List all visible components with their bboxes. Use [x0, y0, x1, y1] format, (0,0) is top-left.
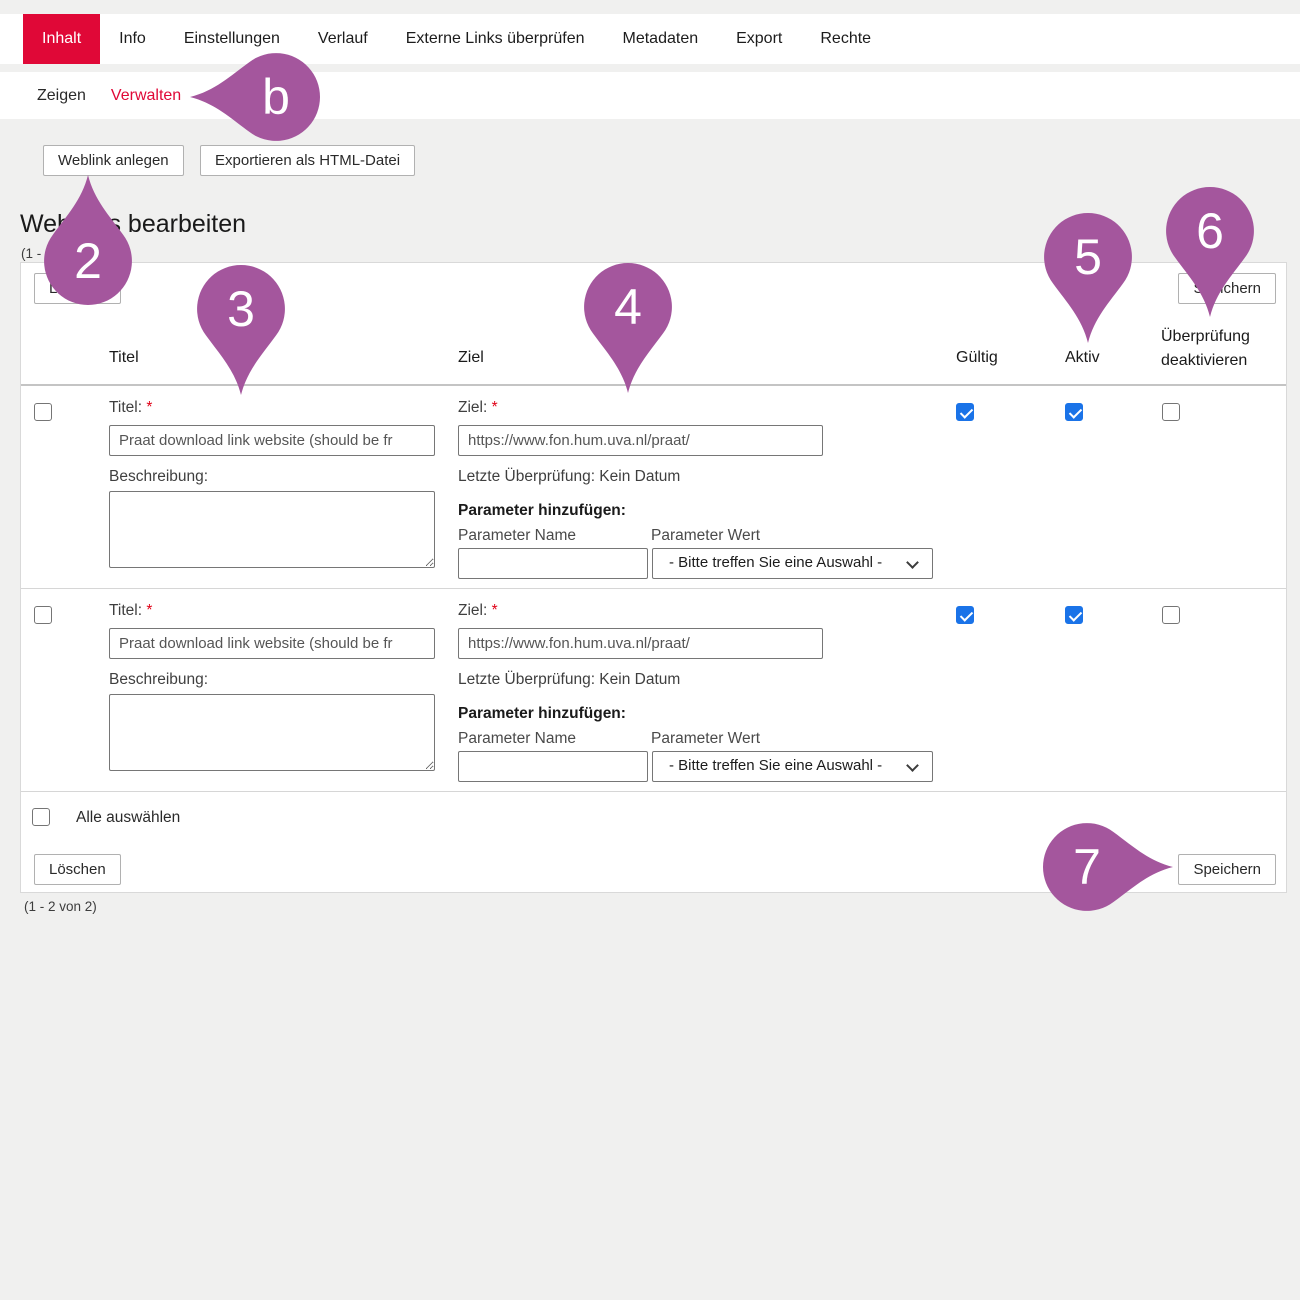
parameter-name-label: Parameter Name [458, 527, 576, 545]
tab-export[interactable]: Export [717, 14, 801, 64]
title-field-label: Titel: * [109, 399, 152, 417]
description-textarea[interactable] [109, 694, 435, 771]
parameter-value-select[interactable]: - Bitte treffen Sie eine Auswahl - [652, 548, 933, 579]
required-asterisk: * [492, 602, 498, 619]
valid-checkbox[interactable] [956, 606, 974, 624]
subtab-zeigen[interactable]: Zeigen [37, 87, 94, 105]
description-field-label: Beschreibung: [109, 671, 208, 689]
weblinks-table-panel: Löschen Speichern Titel Ziel Gültig Akti… [20, 262, 1287, 893]
tab-verlauf[interactable]: Verlauf [299, 14, 387, 64]
main-tab-bar: InhaltInfoEinstellungenVerlaufExterne Li… [0, 14, 1300, 64]
weblink-row: Titel: * Beschreibung: Ziel: * Letzte Üb… [21, 386, 1286, 589]
tab-inhalt[interactable]: Inhalt [23, 14, 100, 64]
parameter-value-label: Parameter Wert [651, 527, 760, 545]
tab-info[interactable]: Info [100, 14, 165, 64]
add-parameter-heading: Parameter hinzufügen: [458, 705, 626, 723]
parameter-name-label: Parameter Name [458, 730, 576, 748]
chevron-down-icon [906, 556, 919, 569]
active-checkbox[interactable] [1065, 403, 1083, 421]
target-field-label: Ziel: * [458, 399, 498, 417]
pagination-range-bottom: (1 - 2 von 2) [24, 899, 97, 914]
delete-button-bottom[interactable]: Löschen [34, 854, 121, 885]
tab-metadaten[interactable]: Metadaten [604, 14, 718, 64]
column-header-title: Titel [109, 349, 139, 367]
sub-tab-bar: Zeigen Verwalten [0, 72, 1300, 119]
active-checkbox[interactable] [1065, 606, 1083, 624]
column-header-disable-check: Überprüfung deaktivieren [1161, 325, 1277, 373]
tab-einstellungen[interactable]: Einstellungen [165, 14, 299, 64]
parameter-value-label: Parameter Wert [651, 730, 760, 748]
create-weblink-button[interactable]: Weblink anlegen [43, 145, 184, 176]
export-html-button[interactable]: Exportieren als HTML-Datei [200, 145, 415, 176]
target-url-input[interactable] [458, 628, 823, 659]
subtab-verwalten[interactable]: Verwalten [111, 87, 189, 105]
description-field-label: Beschreibung: [109, 468, 208, 486]
tab-externe-links-berpr-fen[interactable]: Externe Links überprüfen [387, 14, 604, 64]
save-button-bottom[interactable]: Speichern [1178, 854, 1276, 885]
row-select-checkbox[interactable] [34, 403, 52, 421]
parameter-name-input[interactable] [458, 548, 648, 579]
parameter-value-select[interactable]: - Bitte treffen Sie eine Auswahl - [652, 751, 933, 782]
page-title: Weblinks bearbeiten [20, 210, 246, 239]
required-asterisk: * [146, 602, 152, 619]
weblink-rows: Titel: * Beschreibung: Ziel: * Letzte Üb… [21, 386, 1286, 792]
parameter-name-input[interactable] [458, 751, 648, 782]
weblinks-manage-screen: InhaltInfoEinstellungenVerlaufExterne Li… [0, 0, 1300, 1300]
delete-button-top[interactable]: Löschen [34, 273, 121, 304]
select-all-label: Alle auswählen [76, 809, 180, 827]
weblink-row: Titel: * Beschreibung: Ziel: * Letzte Üb… [21, 589, 1286, 792]
save-button-top[interactable]: Speichern [1178, 273, 1276, 304]
description-textarea[interactable] [109, 491, 435, 568]
tab-rechte[interactable]: Rechte [801, 14, 890, 64]
disable-check-checkbox[interactable] [1162, 403, 1180, 421]
title-input[interactable] [109, 628, 435, 659]
title-field-label: Titel: * [109, 602, 152, 620]
column-header-valid: Gültig [956, 349, 998, 367]
last-check-status: Letzte Überprüfung: Kein Datum [458, 671, 680, 689]
add-parameter-heading: Parameter hinzufügen: [458, 502, 626, 520]
row-select-checkbox[interactable] [34, 606, 52, 624]
chevron-down-icon [906, 759, 919, 772]
select-all-checkbox[interactable] [32, 808, 50, 826]
required-asterisk: * [146, 399, 152, 416]
column-header-target: Ziel [458, 349, 484, 367]
target-field-label: Ziel: * [458, 602, 498, 620]
valid-checkbox[interactable] [956, 403, 974, 421]
pagination-range-top: (1 - 2 von 2) [21, 246, 94, 261]
last-check-status: Letzte Überprüfung: Kein Datum [458, 468, 680, 486]
column-header-active: Aktiv [1065, 349, 1100, 367]
target-url-input[interactable] [458, 425, 823, 456]
disable-check-checkbox[interactable] [1162, 606, 1180, 624]
title-input[interactable] [109, 425, 435, 456]
required-asterisk: * [492, 399, 498, 416]
